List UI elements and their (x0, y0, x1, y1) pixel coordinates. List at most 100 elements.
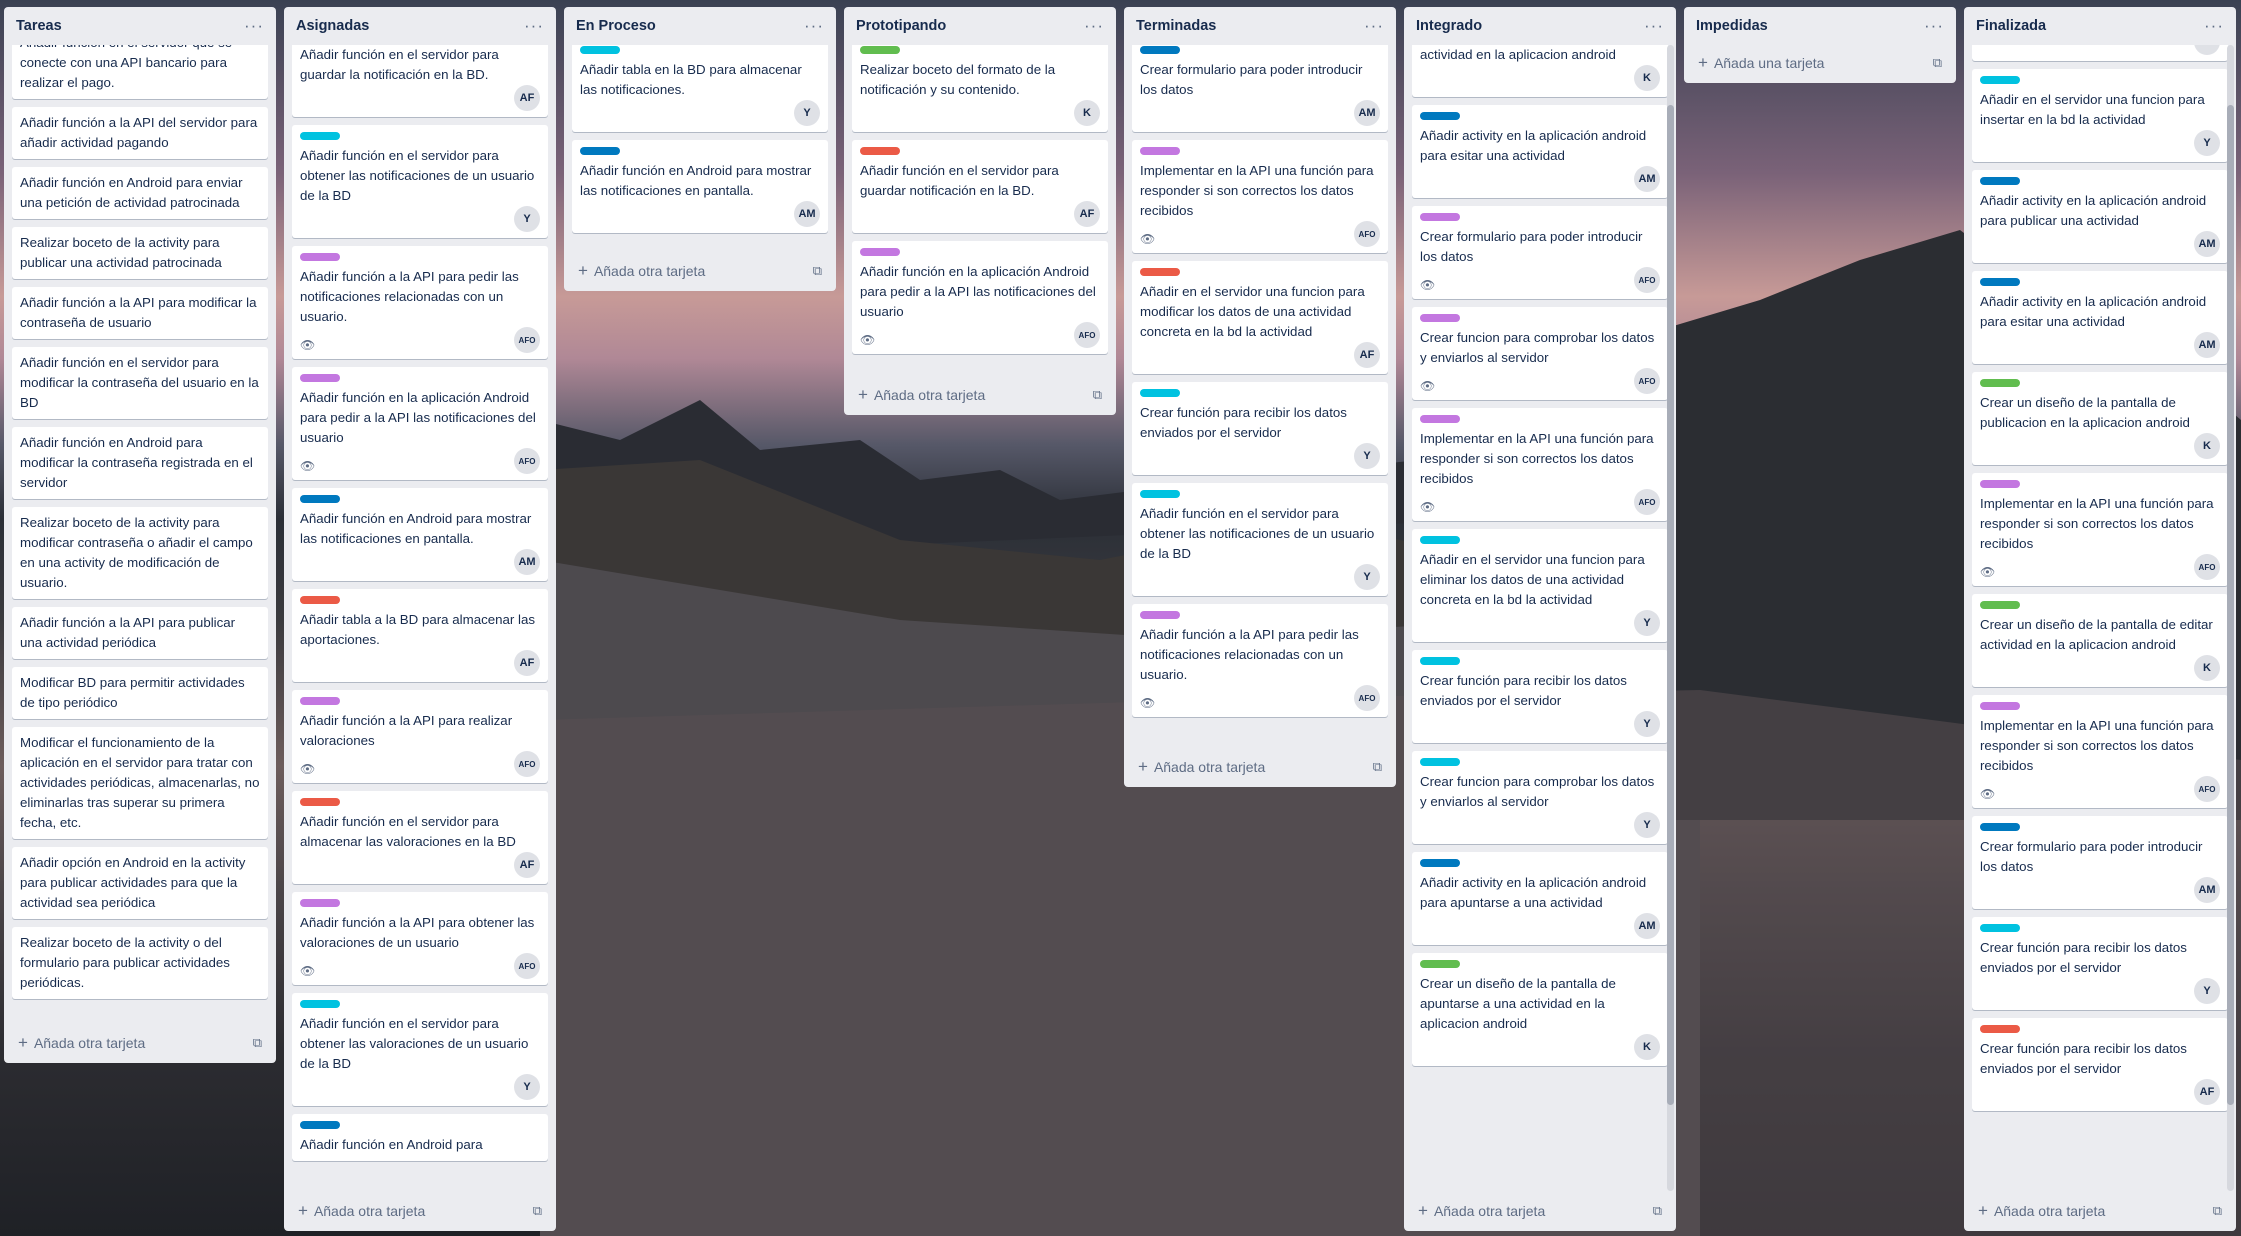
card[interactable]: Añadir función a la API para realizar va… (292, 690, 548, 783)
card[interactable]: Añadir función en el servidor para guard… (852, 140, 1108, 233)
card[interactable]: Añadir en el servidor una funcion para i… (1972, 69, 2228, 162)
add-card-button[interactable]: + Añada otra tarjeta ⧉ (1404, 1191, 1676, 1231)
card-label-blue[interactable] (580, 147, 620, 155)
add-card-button[interactable]: + Añada otra tarjeta ⧉ (1124, 747, 1396, 787)
card[interactable]: Añadir función en Android para enviar un… (12, 167, 268, 219)
add-card-button[interactable]: + Añada otra tarjeta ⧉ (564, 251, 836, 291)
member-avatar[interactable]: AFO (1634, 267, 1660, 293)
card[interactable]: Añadir tabla a la BD para almacenar las … (292, 589, 548, 682)
card[interactable]: Añadir función en el servidor para obten… (292, 125, 548, 238)
card[interactable]: Añadir activity en la aplicación android… (1412, 105, 1668, 198)
template-icon[interactable]: ⧉ (1373, 759, 1382, 775)
card-label-cyan[interactable] (1420, 758, 1460, 766)
card[interactable]: Añadir en el servidor una funcion para e… (1412, 529, 1668, 642)
member-avatar[interactable]: Y (2194, 45, 2220, 55)
add-card-link[interactable]: + Añada una tarjeta (1698, 53, 1824, 73)
member-avatar[interactable]: Y (514, 206, 540, 232)
member-avatar[interactable]: AFO (1354, 685, 1380, 711)
list-menu-icon[interactable]: ··· (524, 16, 544, 36)
card-label-green[interactable] (1980, 601, 2020, 609)
card-label-blue[interactable] (1980, 278, 2020, 286)
member-avatar[interactable]: AFO (1074, 322, 1100, 348)
member-avatar[interactable]: AF (1354, 342, 1380, 368)
card-label-purple[interactable] (1140, 611, 1180, 619)
list-menu-icon[interactable]: ··· (1924, 16, 1944, 36)
card[interactable]: Añadir tabla en la BD para almacenar las… (572, 45, 828, 132)
list-title[interactable]: Finalizada (1976, 18, 2046, 34)
add-card-link[interactable]: + Añada otra tarjeta (18, 1033, 145, 1053)
card-label-red[interactable] (300, 596, 340, 604)
scrollbar-thumb[interactable] (1667, 105, 1674, 1105)
member-avatar[interactable]: AM (2194, 332, 2220, 358)
card[interactable]: Añadir activity en la aplicación android… (1972, 170, 2228, 263)
add-card-link[interactable]: + Añada otra tarjeta (298, 1201, 425, 1221)
member-avatar[interactable]: AF (514, 852, 540, 878)
card-label-purple[interactable] (1420, 415, 1460, 423)
scrollbar[interactable] (1667, 45, 1674, 1191)
card-label-cyan[interactable] (1420, 536, 1460, 544)
member-avatar[interactable]: AF (514, 650, 540, 676)
member-avatar[interactable]: AF (2194, 1079, 2220, 1105)
member-avatar[interactable]: AM (2194, 231, 2220, 257)
member-avatar[interactable]: AFO (514, 953, 540, 979)
card-label-cyan[interactable] (1980, 76, 2020, 84)
card[interactable]: Añadir función en el servidor para almac… (292, 791, 548, 884)
list-menu-icon[interactable]: ··· (804, 16, 824, 36)
card[interactable]: Añadir en el servidor una funcion para m… (1132, 261, 1388, 374)
card[interactable]: Crear función para recibir los datos env… (1972, 1018, 2228, 1111)
list-menu-icon[interactable]: ··· (1644, 16, 1664, 36)
card-label-red[interactable] (860, 147, 900, 155)
card[interactable]: Y (1972, 45, 2228, 61)
card[interactable]: Añadir función en el servidor para guard… (292, 45, 548, 117)
card[interactable]: Realizar boceto de la activity o del for… (12, 927, 268, 999)
card[interactable]: Crear función para recibir los datos env… (1132, 382, 1388, 475)
card[interactable]: Modificar el funcionamiento de la aplica… (12, 727, 268, 839)
card[interactable]: Realizar boceto de la activity para modi… (12, 507, 268, 599)
member-avatar[interactable]: AM (2194, 877, 2220, 903)
card[interactable]: Realizar boceto de la activity para publ… (12, 227, 268, 279)
card[interactable]: Crear un diseño de la pantalla de editar… (1412, 45, 1668, 97)
list-title[interactable]: Terminadas (1136, 18, 1216, 34)
card-label-purple[interactable] (1140, 147, 1180, 155)
add-card-link[interactable]: + Añada otra tarjeta (1418, 1201, 1545, 1221)
member-avatar[interactable]: Y (794, 100, 820, 126)
member-avatar[interactable]: K (2194, 655, 2220, 681)
member-avatar[interactable]: AM (794, 201, 820, 227)
add-card-button[interactable]: + Añada otra tarjeta ⧉ (284, 1191, 556, 1231)
list-menu-icon[interactable]: ··· (1084, 16, 1104, 36)
card-label-purple[interactable] (300, 253, 340, 261)
card-label-blue[interactable] (300, 495, 340, 503)
card-label-blue[interactable] (1420, 859, 1460, 867)
card-label-purple[interactable] (1420, 213, 1460, 221)
member-avatar[interactable]: AFO (514, 751, 540, 777)
card[interactable]: Añadir opción en Android en la activity … (12, 847, 268, 919)
card[interactable]: Crear funcion para comprobar los datos y… (1412, 307, 1668, 400)
card[interactable]: Crear formulario para poder introducir l… (1132, 45, 1388, 132)
card[interactable]: Crear un diseño de la pantalla de apunta… (1412, 953, 1668, 1066)
member-avatar[interactable]: AFO (2194, 554, 2220, 580)
card[interactable]: Añadir función en el servidor que se con… (12, 45, 268, 99)
add-card-link[interactable]: + Añada otra tarjeta (578, 261, 705, 281)
member-avatar[interactable]: K (1634, 65, 1660, 91)
add-card-link[interactable]: + Añada otra tarjeta (1138, 757, 1265, 777)
member-avatar[interactable]: Y (514, 1074, 540, 1100)
add-card-link[interactable]: + Añada otra tarjeta (858, 385, 985, 405)
card[interactable]: Crear un diseño de la pantalla de public… (1972, 372, 2228, 465)
card[interactable]: Crear función para recibir los datos env… (1972, 917, 2228, 1010)
add-card-button[interactable]: + Añada otra tarjeta ⧉ (1964, 1191, 2236, 1231)
card-label-green[interactable] (1420, 960, 1460, 968)
list-title[interactable]: Impedidas (1696, 18, 1768, 34)
card[interactable]: Añadir función en el servidor para modif… (12, 347, 268, 419)
card[interactable]: Implementar en la API una función para r… (1412, 408, 1668, 521)
list-menu-icon[interactable]: ··· (2204, 16, 2224, 36)
card-label-blue[interactable] (300, 1121, 340, 1129)
card[interactable]: Añadir función a la API para pedir las n… (292, 246, 548, 359)
card[interactable]: Añadir función en la aplicación Android … (292, 367, 548, 480)
card[interactable]: Añadir función en Android para mostrar l… (292, 488, 548, 581)
card[interactable]: Añadir función a la API para publicar un… (12, 607, 268, 659)
member-avatar[interactable]: AM (514, 549, 540, 575)
card-label-blue[interactable] (1980, 177, 2020, 185)
add-card-button[interactable]: + Añada una tarjeta ⧉ (1684, 45, 1956, 81)
card-label-purple[interactable] (300, 374, 340, 382)
card[interactable]: Añadir función en el servidor para obten… (292, 993, 548, 1106)
